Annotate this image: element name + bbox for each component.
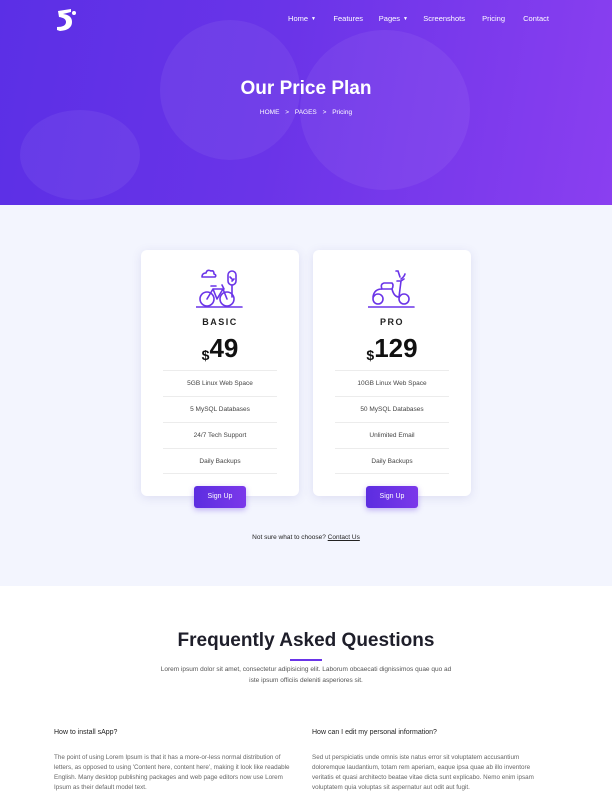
feature-list: 5GB Linux Web Space 5 MySQL Databases 24… — [163, 370, 277, 474]
pricing-section: BASIC $49 5GB Linux Web Space 5 MySQL Da… — [0, 205, 612, 586]
faq-title: Frequently Asked Questions — [177, 630, 435, 651]
faq-subtitle: Lorem ipsum dolor sit amet, consectetur … — [160, 666, 452, 684]
feature-list: 10GB Linux Web Space 50 MySQL Databases … — [335, 370, 449, 474]
plan-price: $49 — [141, 333, 299, 364]
nav-label: Pages — [378, 14, 401, 23]
hero-banner: Home ▼ Features Pages ▼ Screenshots Pricin… — [0, 0, 612, 205]
nav-item-screenshots[interactable]: Screenshots — [423, 14, 465, 23]
nav-item-home[interactable]: Home ▼ — [288, 14, 316, 23]
faq-question: How can I edit my personal information? — [312, 729, 437, 736]
contact-us-link[interactable]: Contact Us — [328, 534, 360, 541]
price-value: 129 — [374, 333, 418, 363]
nav-item-pricing[interactable]: Pricing — [482, 14, 505, 23]
faq-answer: Sed ut perspiciatis unde omnis iste natu… — [312, 754, 534, 791]
faq-answer: The point of using Lorem Ipsum is that i… — [54, 754, 290, 791]
chevron-down-icon: ▼ — [403, 16, 408, 22]
nav-label: Pricing — [482, 14, 505, 23]
feature-item: 5GB Linux Web Space — [163, 370, 277, 396]
faq-question: How to install sApp? — [54, 729, 118, 736]
chevron-down-icon: ▼ — [311, 16, 316, 22]
feature-item: 5 MySQL Databases — [163, 396, 277, 422]
s-logo-icon[interactable] — [54, 8, 80, 32]
nav-label: Screenshots — [423, 14, 465, 23]
nav-item-contact[interactable]: Contact — [523, 14, 549, 23]
nav-label: Contact — [523, 14, 549, 23]
price-value: 49 — [209, 333, 239, 363]
hero-background-shape — [20, 110, 140, 200]
help-prompt: Not sure what to choose? — [252, 534, 328, 541]
nav-item-features[interactable]: Features — [333, 14, 363, 23]
help-text: Not sure what to choose? Contact Us — [0, 534, 612, 541]
breadcrumb-separator: > — [322, 109, 327, 116]
breadcrumb-home[interactable]: HOME — [260, 109, 280, 116]
nav-label: Home — [288, 14, 309, 23]
feature-item: Daily Backups — [163, 448, 277, 474]
feature-item: Unlimited Email — [335, 422, 449, 448]
breadcrumb-current: Pricing — [332, 109, 353, 116]
nav-label: Features — [333, 14, 363, 23]
feature-item: 24/7 Tech Support — [163, 422, 277, 448]
breadcrumb: HOME > PAGES > Pricing — [0, 109, 612, 116]
plan-name: BASIC — [202, 317, 238, 327]
pricing-card-pro: PRO $129 10GB Linux Web Space 50 MySQL D… — [313, 250, 471, 496]
breadcrumb-pages[interactable]: PAGES — [295, 109, 317, 116]
page-title: Our Price Plan — [240, 78, 372, 99]
bicycle-icon — [196, 269, 243, 308]
plan-price: $129 — [313, 333, 471, 364]
breadcrumb-separator: > — [285, 109, 290, 116]
feature-item: Daily Backups — [335, 448, 449, 474]
feature-item: 50 MySQL Databases — [335, 396, 449, 422]
pricing-card-basic: BASIC $49 5GB Linux Web Space 5 MySQL Da… — [141, 250, 299, 496]
feature-item: 10GB Linux Web Space — [335, 370, 449, 396]
plan-name: PRO — [379, 317, 404, 327]
title-divider — [290, 659, 322, 661]
nav-item-pages[interactable]: Pages ▼ — [379, 14, 408, 23]
signup-button-pro[interactable]: Sign Up — [366, 486, 418, 508]
scooter-icon — [368, 270, 415, 308]
signup-button-basic[interactable]: Sign Up — [194, 486, 246, 508]
